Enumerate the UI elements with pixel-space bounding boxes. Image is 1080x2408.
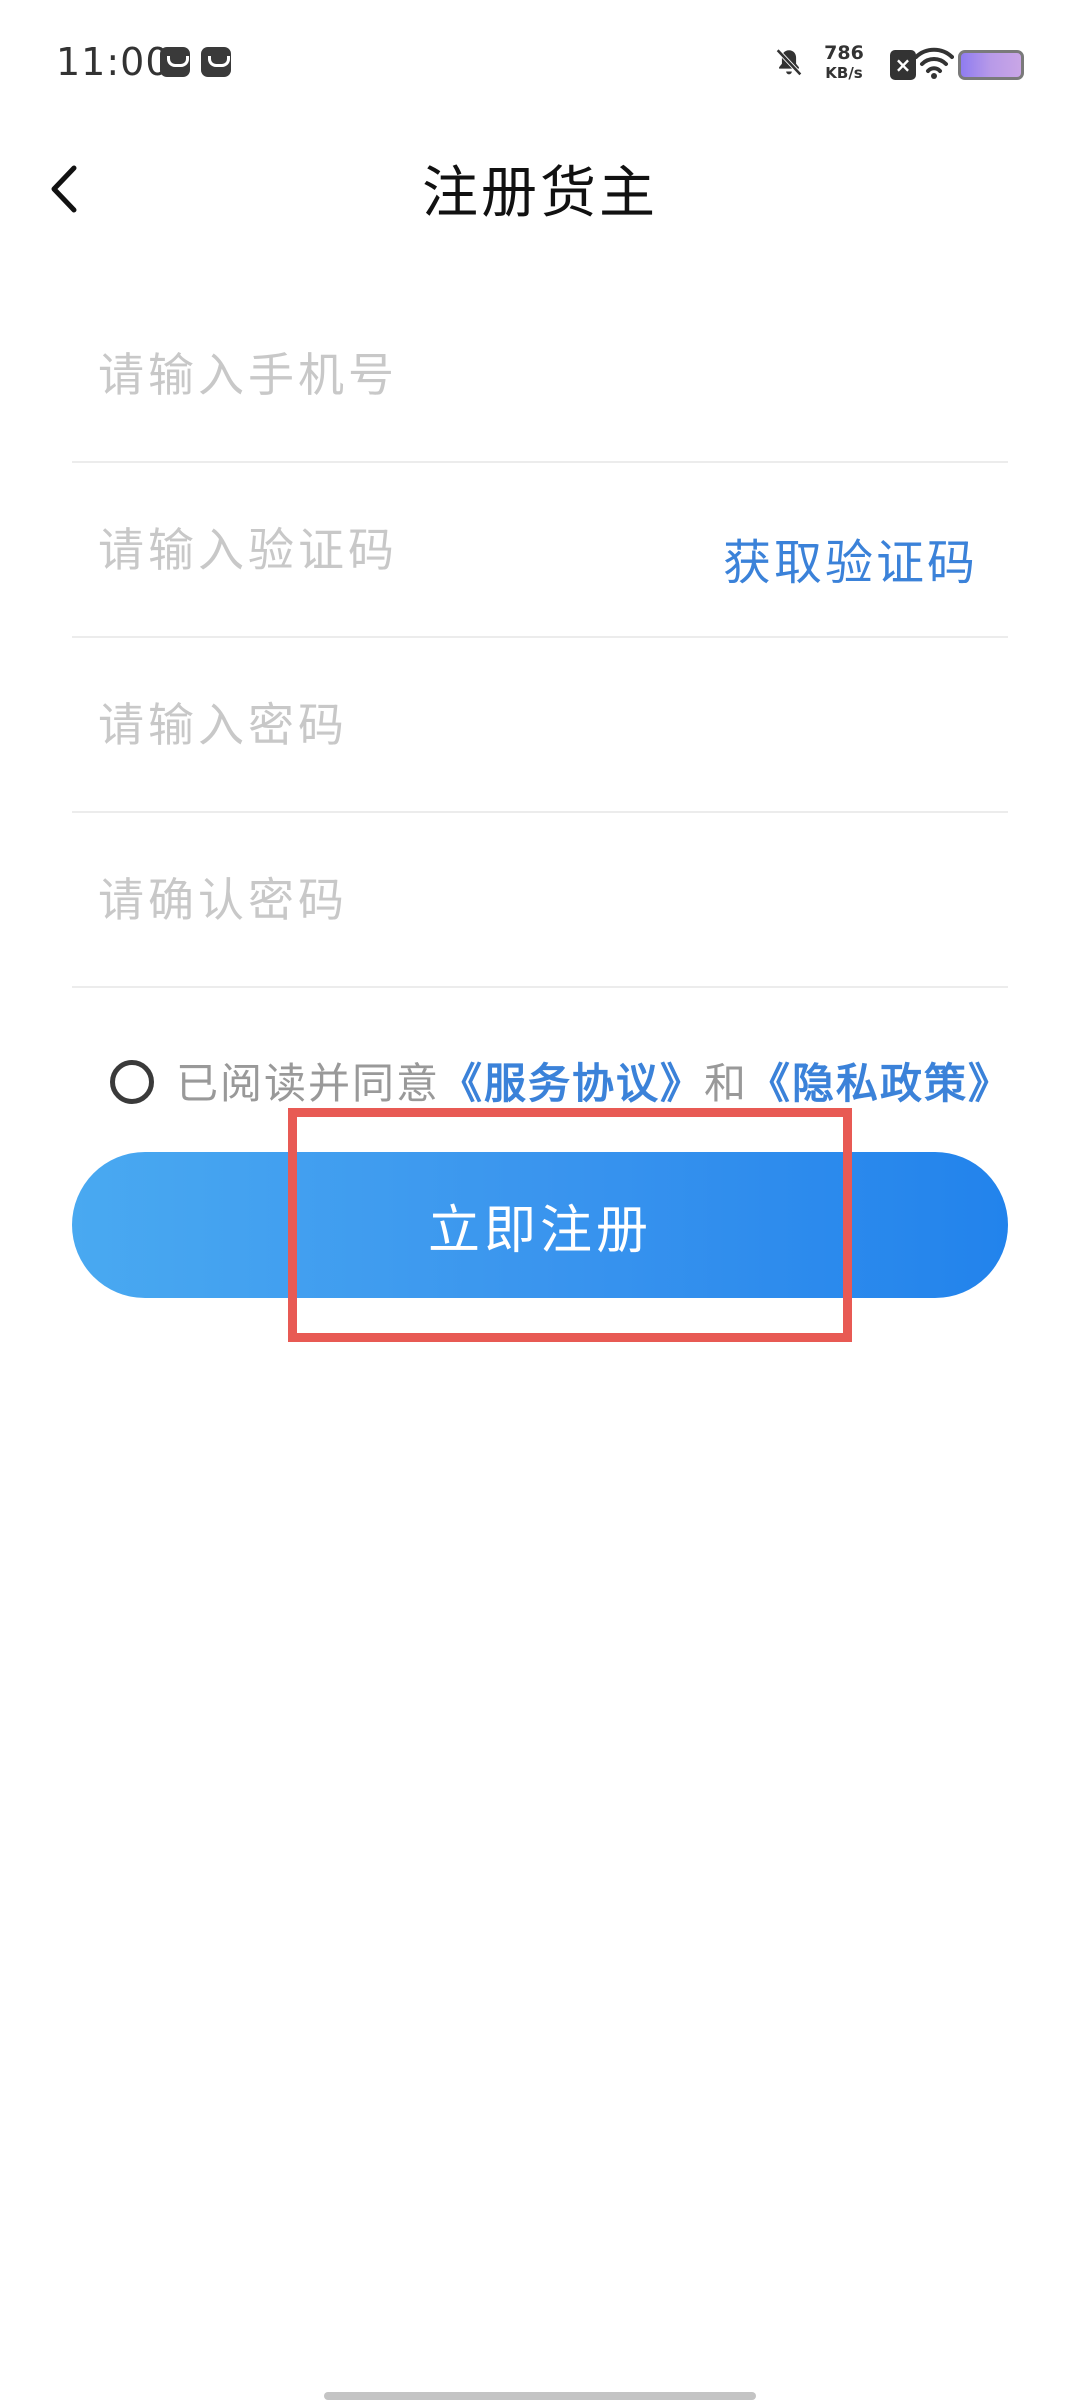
network-speed: 786 KB/s: [814, 42, 874, 82]
privacy-policy-link[interactable]: 《隐私政策》: [748, 1059, 1012, 1108]
app-notification-icon: [160, 47, 190, 77]
confirm-password-row: [72, 811, 1008, 988]
verification-code-input[interactable]: [96, 461, 660, 638]
service-agreement-link[interactable]: 《服务协议》: [440, 1059, 704, 1108]
no-sim-icon: ×: [890, 50, 916, 80]
battery-icon: [958, 50, 1024, 80]
status-time: 11:00: [56, 40, 171, 84]
highlight-box: [288, 1108, 852, 1342]
code-row: 获取验证码: [72, 461, 1008, 638]
bell-muted-icon: [776, 48, 802, 76]
wifi-icon: [914, 47, 954, 79]
agreement-prefix: 已阅读并同意: [176, 1059, 441, 1108]
phone-row: [72, 286, 1008, 463]
status-bar: 11:00 786 KB/s ×: [0, 0, 1080, 126]
agree-radio[interactable]: [110, 1060, 154, 1104]
agreement-text: 已阅读并同意《服务协议》和《隐私政策》: [176, 1054, 1012, 1114]
nav-bar: 注册货主: [0, 126, 1080, 246]
page-title: 注册货主: [422, 161, 658, 226]
shopping-bag-icon: [201, 47, 231, 77]
home-indicator[interactable]: [324, 2392, 756, 2400]
agreement-and: 和: [704, 1059, 749, 1108]
network-speed-value: 786: [824, 42, 864, 64]
get-code-button[interactable]: 获取验证码: [723, 523, 978, 593]
status-right-group: 786 KB/s ×: [724, 40, 1024, 88]
password-row: [72, 636, 1008, 813]
password-input[interactable]: [96, 636, 740, 813]
confirm-password-input[interactable]: [96, 811, 740, 988]
phone-input[interactable]: [96, 286, 740, 463]
network-speed-unit: KB/s: [825, 64, 863, 82]
